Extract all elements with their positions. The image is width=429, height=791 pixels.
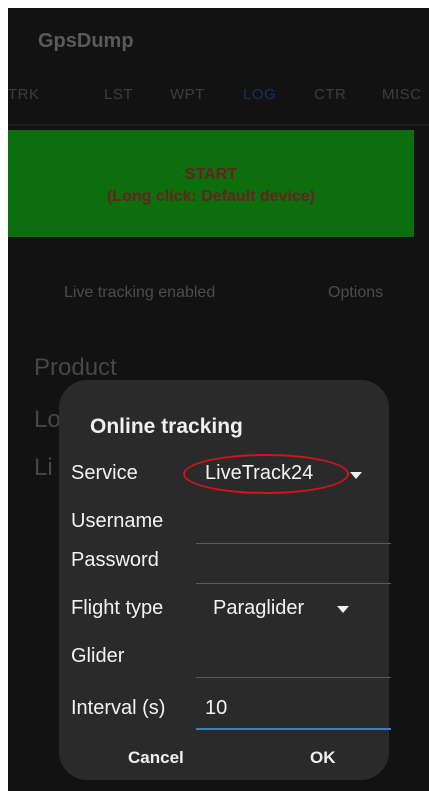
flight-type-dropdown[interactable]: Paraglider xyxy=(213,597,304,620)
tab-misc[interactable]: MISC xyxy=(382,86,422,103)
online-tracking-dialog: Online tracking Service LiveTrack24 User… xyxy=(59,380,391,780)
tab-ctr[interactable]: CTR xyxy=(314,86,346,103)
tab-bar-divider xyxy=(8,124,429,126)
glider-label: Glider xyxy=(71,645,125,667)
background-label-2: Lo xyxy=(34,406,61,433)
background-label-3: Li xyxy=(34,454,53,481)
live-tracking-toggle[interactable]: Live tracking enabled xyxy=(64,284,215,302)
service-label: Service xyxy=(71,462,138,484)
app-screen: GpsDump TRK LST WPT LOG CTR MISC START (… xyxy=(8,8,429,791)
interval-field-underline xyxy=(196,728,391,730)
username-label: Username xyxy=(71,510,164,532)
start-button[interactable]: START (Long click: Default device) xyxy=(8,130,414,237)
start-button-label: START xyxy=(184,166,238,183)
dialog-title: Online tracking xyxy=(90,415,243,438)
password-field-underline xyxy=(196,583,391,584)
ok-button[interactable]: OK xyxy=(310,748,336,768)
interval-field[interactable]: 10 xyxy=(205,697,227,720)
flight-type-dropdown-arrow-icon[interactable] xyxy=(337,606,349,613)
username-field-underline xyxy=(196,543,391,544)
glider-field-underline xyxy=(196,677,391,678)
tab-log[interactable]: LOG xyxy=(243,86,276,103)
product-label: Product xyxy=(34,354,117,381)
tab-trk[interactable]: TRK xyxy=(8,86,40,103)
password-label: Password xyxy=(71,549,159,571)
interval-label: Interval (s) xyxy=(71,697,166,719)
flight-type-label: Flight type xyxy=(71,597,164,619)
service-dropdown-arrow-icon[interactable] xyxy=(350,472,362,479)
app-title: GpsDump xyxy=(38,30,134,52)
tab-wpt[interactable]: WPT xyxy=(170,86,205,103)
service-highlight-ellipse xyxy=(183,454,349,494)
tab-lst[interactable]: LST xyxy=(104,86,133,103)
options-button[interactable]: Options xyxy=(328,284,383,302)
cancel-button[interactable]: Cancel xyxy=(128,748,184,768)
start-button-sublabel: (Long click: Default device) xyxy=(106,188,316,205)
tab-bar: TRK LST WPT LOG CTR MISC xyxy=(8,86,429,122)
